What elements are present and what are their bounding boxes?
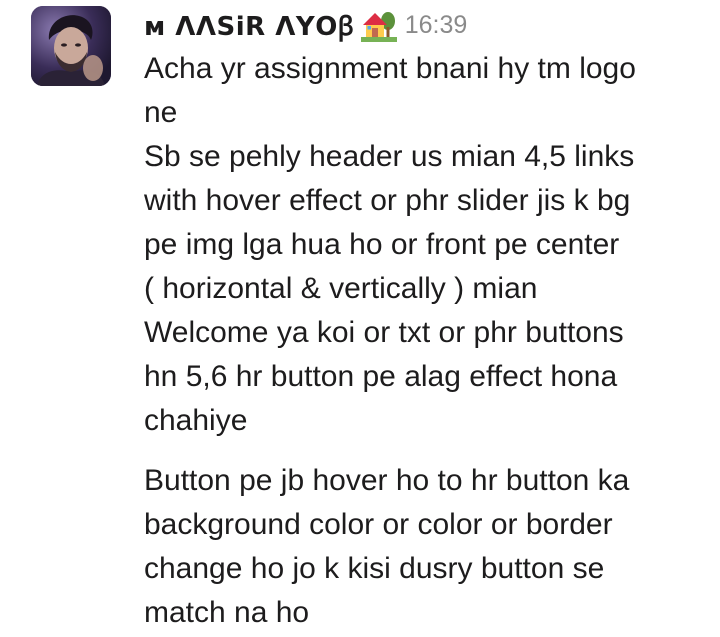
message-body: Acha yr assignment bnani hy tm logo ne S…: [144, 47, 704, 635]
chat-message: ᴍ ꓥꓥꓢiꓣ ꓥꓬꓳꞵ 16:39 Acha yr assignment bn…: [0, 0, 720, 637]
message-header: ᴍ ꓥꓥꓢiꓣ ꓥꓬꓳꞵ 16:39: [144, 6, 467, 44]
message-paragraph: Acha yr assignment bnani hy tm logo ne S…: [144, 52, 636, 437]
sender-name[interactable]: ᴍ ꓥꓥꓢiꓣ ꓥꓬꓳꞵ: [144, 7, 355, 43]
house-with-garden-icon: [360, 7, 397, 43]
message-timestamp[interactable]: 16:39: [405, 11, 468, 40]
avatar-photo-icon: [31, 6, 111, 86]
sender-avatar[interactable]: [31, 6, 111, 86]
message-paragraph: Button pe jb hover ho to hr button ka ba…: [144, 464, 630, 629]
